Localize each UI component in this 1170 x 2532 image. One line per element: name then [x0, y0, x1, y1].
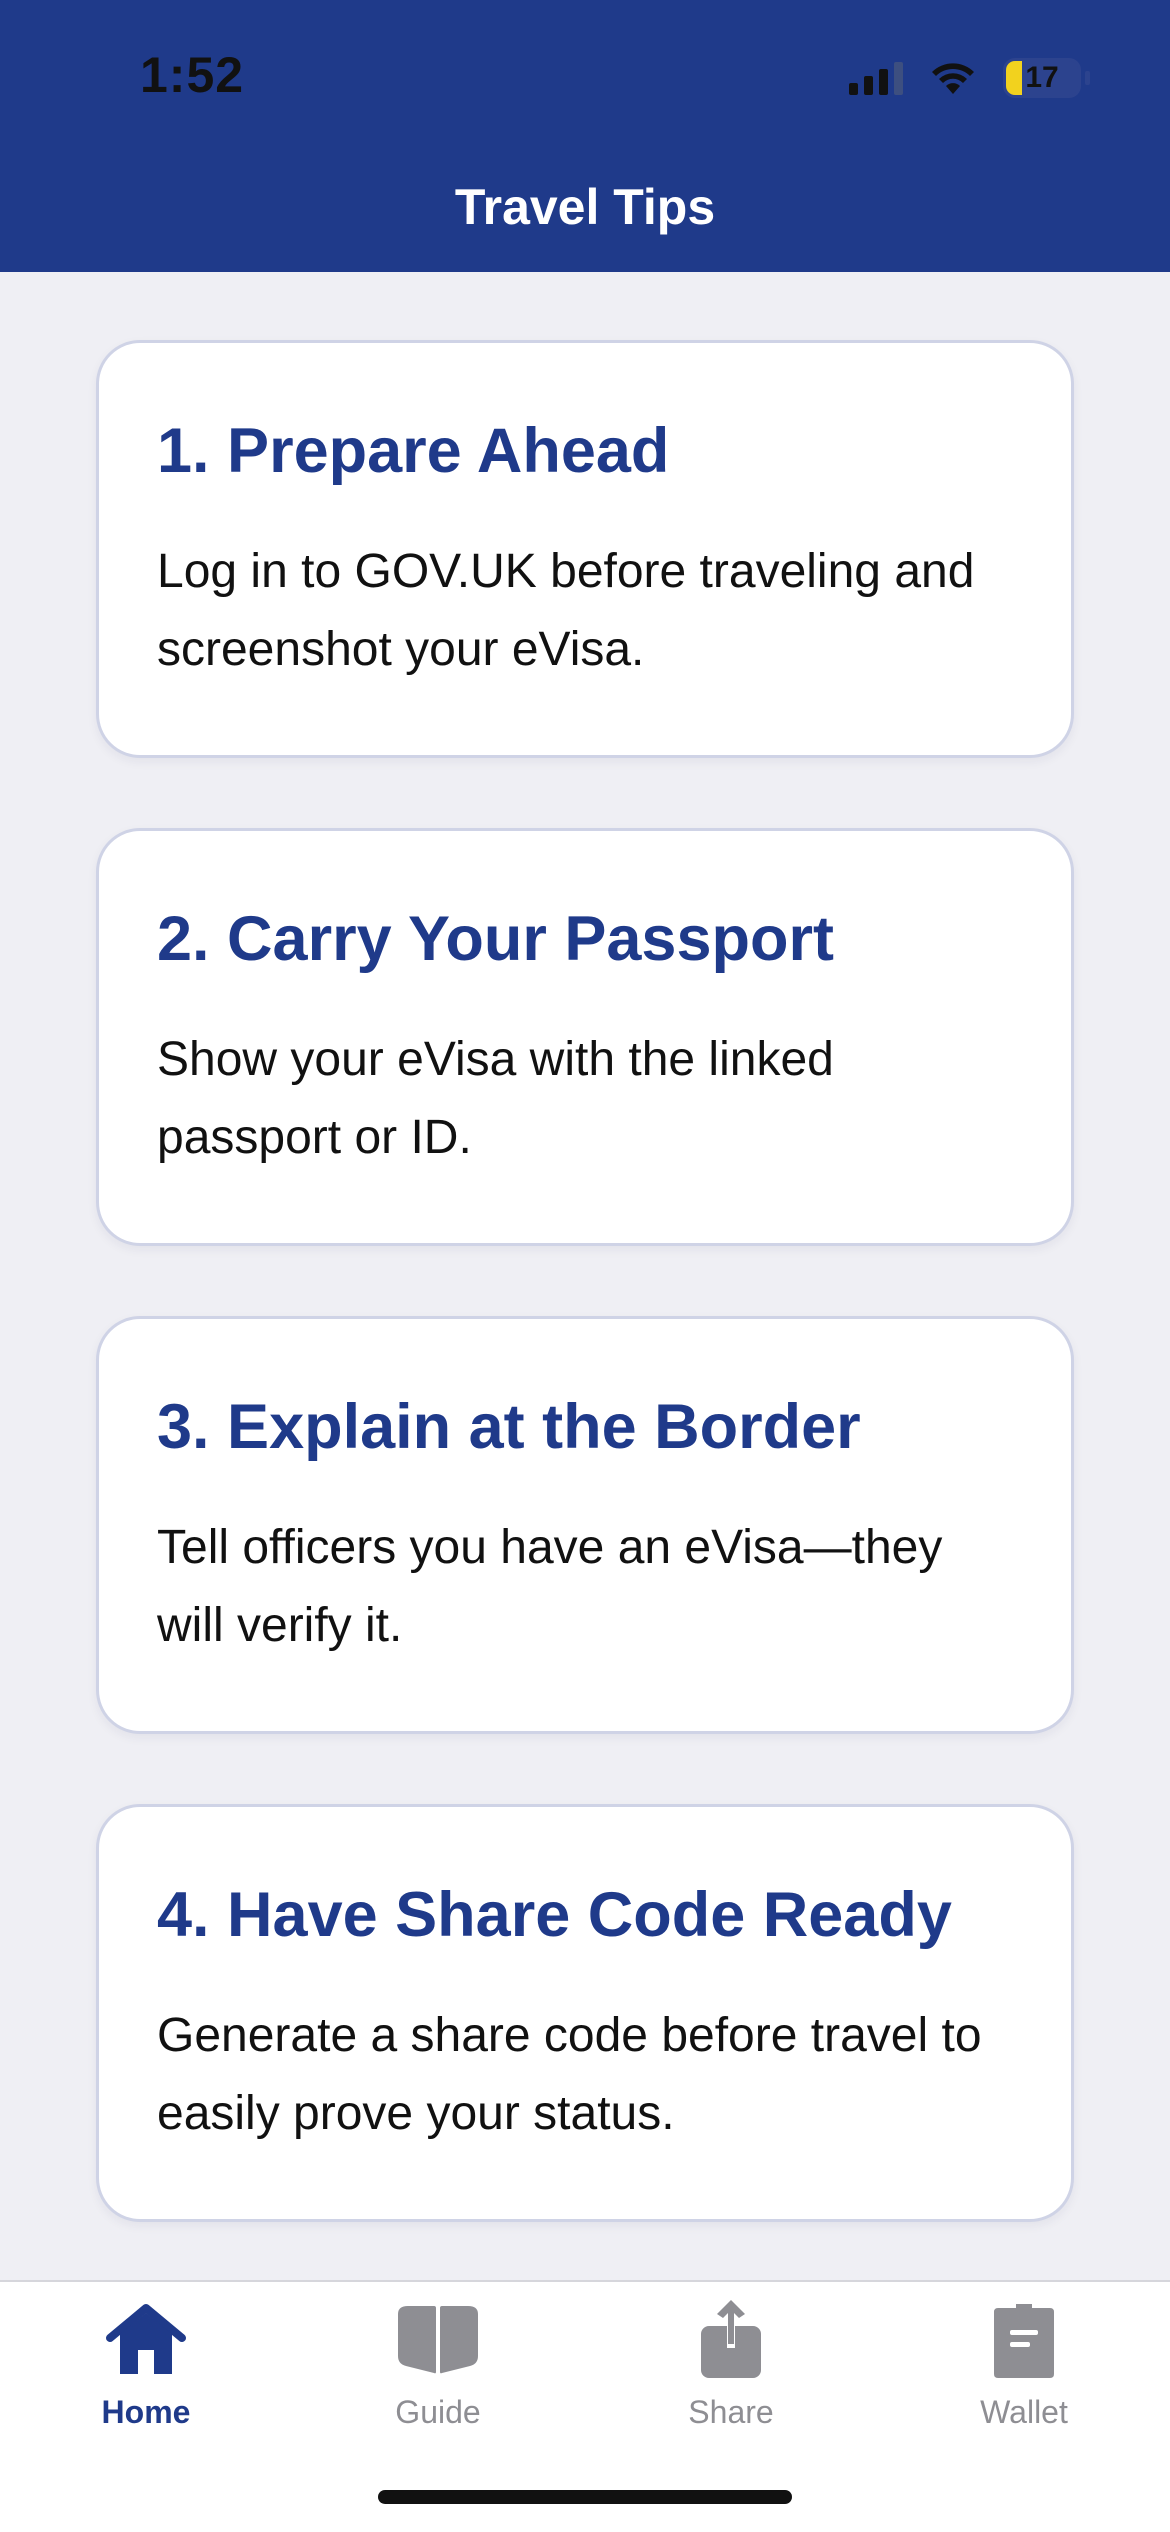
- battery-icon: 17: [1003, 58, 1081, 98]
- tip-card: 3. Explain at the Border Tell officers y…: [96, 1316, 1074, 1734]
- tab-label-home: Home: [101, 2394, 191, 2430]
- tip-title: 2. Carry Your Passport: [157, 904, 834, 974]
- cellular-signal-icon: [849, 61, 903, 95]
- tip-card: 2. Carry Your Passport Show your eVisa w…: [96, 828, 1074, 1246]
- tip-body: Show your eVisa with the linked passport…: [157, 1033, 834, 1164]
- tip-body: Generate a share code before travel to e…: [157, 2009, 982, 2140]
- tab-share[interactable]: Share: [621, 2300, 841, 2431]
- share-icon: [701, 2300, 761, 2378]
- home-icon: [106, 2304, 186, 2374]
- app-header: 1:52 17 Travel Tips: [0, 0, 1170, 272]
- tip-title: 3. Explain at the Border: [157, 1392, 861, 1462]
- tab-label-wallet: Wallet: [980, 2394, 1068, 2430]
- tip-title: 4. Have Share Code Ready: [157, 1880, 952, 1950]
- tip-body: Tell officers you have an eVisa—they wil…: [157, 1521, 943, 1652]
- tips-list: 1. Prepare Ahead Log in to GOV.UK before…: [96, 340, 1074, 2292]
- tab-guide[interactable]: Guide: [328, 2300, 548, 2431]
- tab-label-guide: Guide: [395, 2394, 481, 2430]
- book-icon: [398, 2306, 478, 2374]
- status-icons: 17: [849, 56, 1090, 100]
- home-indicator[interactable]: [378, 2490, 792, 2504]
- tip-card: 1. Prepare Ahead Log in to GOV.UK before…: [96, 340, 1074, 758]
- tip-card: 4. Have Share Code Ready Generate a shar…: [96, 1804, 1074, 2222]
- tip-body: Log in to GOV.UK before traveling and sc…: [157, 545, 975, 676]
- wallet-icon: [994, 2304, 1054, 2378]
- tab-home[interactable]: Home: [36, 2300, 256, 2431]
- tab-label-share: Share: [688, 2394, 774, 2430]
- page-title: Travel Tips: [454, 179, 716, 235]
- wifi-icon: [932, 63, 974, 94]
- battery-tip: [1085, 71, 1090, 85]
- tab-wallet[interactable]: Wallet: [914, 2300, 1134, 2431]
- tip-title: 1. Prepare Ahead: [157, 416, 670, 486]
- battery-level: 17: [1025, 61, 1059, 94]
- status-time: 1:52: [140, 47, 245, 103]
